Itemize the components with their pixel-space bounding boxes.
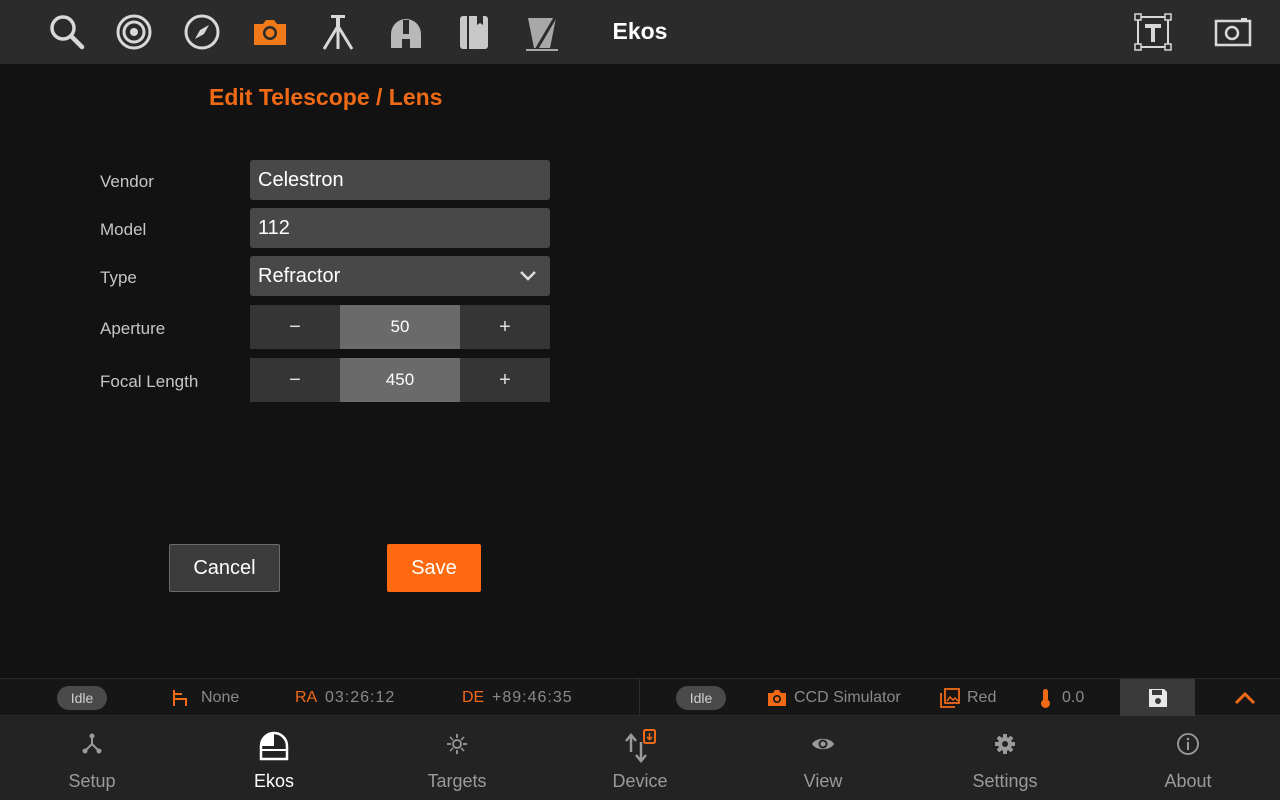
screenshot-icon [1214,18,1252,47]
compass-tool-button[interactable] [182,12,222,52]
notebook-tool-button[interactable] [454,12,494,52]
nav-ekos[interactable]: Ekos [183,716,365,800]
nav-settings[interactable]: Settings [914,716,1096,800]
aperture-label: Aperture [100,319,166,338]
chevron-up-icon[interactable] [1232,686,1258,710]
camera-icon [768,690,786,706]
device-icon [625,729,656,763]
aperture-stepper: − 50 + [250,305,550,349]
vendor-label: Vendor [100,172,154,191]
model-field[interactable]: 112 [250,208,550,248]
text-frame-tool-button[interactable] [1133,12,1173,52]
ra-label: RA [295,689,318,706]
ra-value: 03:26:12 [325,689,396,706]
save-image-button[interactable] [1120,679,1195,717]
focal-length-value[interactable]: 450 [340,358,460,402]
edit-telescope-form: Edit Telescope / Lens Vendor Celestron M… [0,64,1280,678]
app-title: Ekos [612,18,668,44]
nav-setup[interactable]: Setup [1,716,183,800]
nav-about-label: About [1164,771,1212,791]
de-label: DE [462,689,485,706]
focal-length-decrement-button[interactable]: − [250,358,340,402]
thermometer-icon [1041,689,1050,708]
nav-ekos-label: Ekos [253,771,295,791]
screenshot-tool-button[interactable] [1213,12,1253,52]
camera-icon [254,20,286,45]
nav-setup-label: Setup [68,771,116,791]
page-title: Edit Telescope / Lens [209,84,443,110]
mount-status-badge: Idle [57,686,107,710]
bottom-navigation: Setup Ekos Targets Device View Settings … [0,716,1280,800]
ekos-dome-icon [259,731,289,761]
type-select-value: Refractor [258,264,341,287]
camera-name: CCD Simulator [794,689,901,706]
dome-tool-button[interactable] [386,12,426,52]
type-label: Type [100,268,137,287]
chevron-down-icon [520,271,536,281]
aperture-value[interactable]: 50 [340,305,460,349]
target-icon [116,14,152,50]
nav-device-label: Device [612,771,668,791]
tripod-icon [322,15,354,50]
mount-tool-button[interactable] [318,12,358,52]
cancel-button[interactable]: Cancel [169,544,280,592]
search-tool-button[interactable] [46,12,86,52]
filter-wheel-icon [940,688,960,708]
targets-icon [447,734,467,754]
aperture-decrement-button[interactable]: − [250,305,340,349]
search-icon [50,15,85,50]
filter-name: Red [967,689,997,706]
camera-tool-button[interactable] [250,12,290,52]
top-toolbar: Ekos [0,0,1280,64]
info-icon [1177,733,1199,755]
app-root: Ekos Edit Telescope / Lens Vendor Celest… [0,0,1280,800]
compass-icon [184,14,220,50]
save-button[interactable]: Save [387,544,481,592]
focal-length-label: Focal Length [100,372,199,391]
target-tool-button[interactable] [114,12,154,52]
nav-targets-label: Targets [427,771,487,791]
floppy-disk-icon [1148,689,1167,707]
filter-icon [526,15,558,51]
notebook-icon [460,16,488,49]
park-icon [173,690,187,706]
camera-status-badge: Idle [676,686,726,710]
observatory-dome-icon [391,19,421,48]
de-value: +89:46:35 [492,689,573,706]
nav-targets[interactable]: Targets [366,716,548,800]
filter-tool-button[interactable] [522,12,562,52]
nav-settings-label: Settings [972,771,1038,791]
setup-icon [82,733,102,754]
vendor-field[interactable]: Celestron [250,160,550,200]
nav-device[interactable]: Device [549,716,731,800]
temperature-value: 0.0 [1062,689,1085,706]
gear-icon [995,734,1015,754]
focal-length-increment-button[interactable]: + [460,358,550,402]
status-divider [639,679,640,717]
aperture-increment-button[interactable]: + [460,305,550,349]
nav-view-label: View [803,771,843,791]
nav-about[interactable]: About [1097,716,1279,800]
status-bar: Idle None RA 03:26:12 DE +89:46:35 Idle … [0,678,1280,717]
focal-length-stepper: − 450 + [250,358,550,402]
nav-view[interactable]: View [732,716,914,800]
text-frame-icon [1134,13,1172,51]
park-status-text: None [201,689,240,706]
eye-icon [812,738,834,750]
model-label: Model [100,220,147,239]
type-select[interactable]: Refractor [250,256,550,296]
